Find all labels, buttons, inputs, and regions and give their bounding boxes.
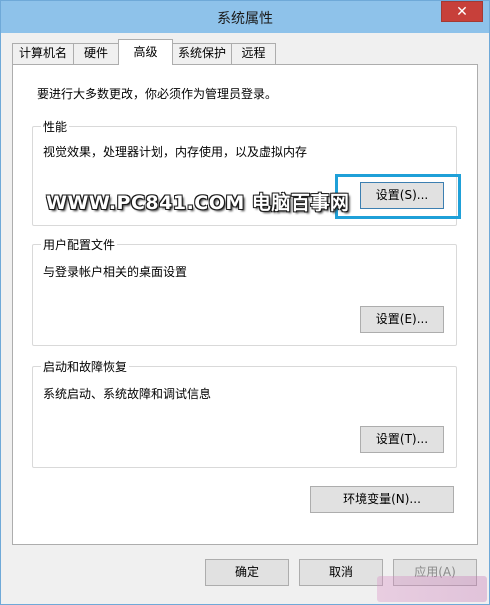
user-profiles-desc: 与登录帐户相关的桌面设置 [43, 265, 188, 279]
startup-recovery-group: 启动和故障恢复 系统启动、系统故障和调试信息 设置(T)... [32, 358, 457, 468]
corner-watermark [377, 576, 487, 602]
tab-system-protection[interactable]: 系统保护 [172, 43, 232, 64]
title-bar[interactable]: 系统属性 ✕ [1, 1, 489, 33]
window-title: 系统属性 [217, 11, 273, 27]
user-profiles-group: 用户配置文件 与登录帐户相关的桌面设置 设置(E)... [32, 236, 457, 346]
tab-hardware[interactable]: 硬件 [73, 43, 119, 64]
tab-remote[interactable]: 远程 [231, 43, 276, 64]
highlight-box [335, 174, 461, 219]
advanced-panel: 要进行大多数更改，你必须作为管理员登录。 性能 视觉效果，处理器计划，内存使用，… [12, 64, 478, 545]
close-button[interactable]: ✕ [441, 1, 483, 22]
tab-computer-name[interactable]: 计算机名 [12, 43, 74, 64]
environment-variables-button[interactable]: 环境变量(N)... [310, 486, 454, 513]
startup-recovery-settings-button[interactable]: 设置(T)... [360, 426, 444, 453]
user-profiles-settings-button[interactable]: 设置(E)... [360, 306, 444, 333]
tab-advanced[interactable]: 高级 [118, 39, 173, 65]
performance-label: 性能 [41, 118, 70, 135]
watermark-text: WWW.PC841.COM 电脑百事网 [46, 192, 350, 214]
close-icon: ✕ [456, 4, 468, 20]
admin-note: 要进行大多数更改，你必须作为管理员登录。 [37, 87, 278, 101]
startup-recovery-label: 启动和故障恢复 [41, 358, 130, 375]
performance-desc: 视觉效果，处理器计划，内存使用，以及虚拟内存 [43, 145, 308, 159]
user-profiles-label: 用户配置文件 [41, 236, 118, 253]
cancel-button[interactable]: 取消 [299, 559, 383, 586]
system-properties-window: 系统属性 ✕ 计算机名 硬件 高级 系统保护 远程 要进行大多数更改，你必须作为… [0, 0, 490, 605]
ok-button[interactable]: 确定 [205, 559, 289, 586]
startup-recovery-desc: 系统启动、系统故障和调试信息 [43, 387, 212, 401]
